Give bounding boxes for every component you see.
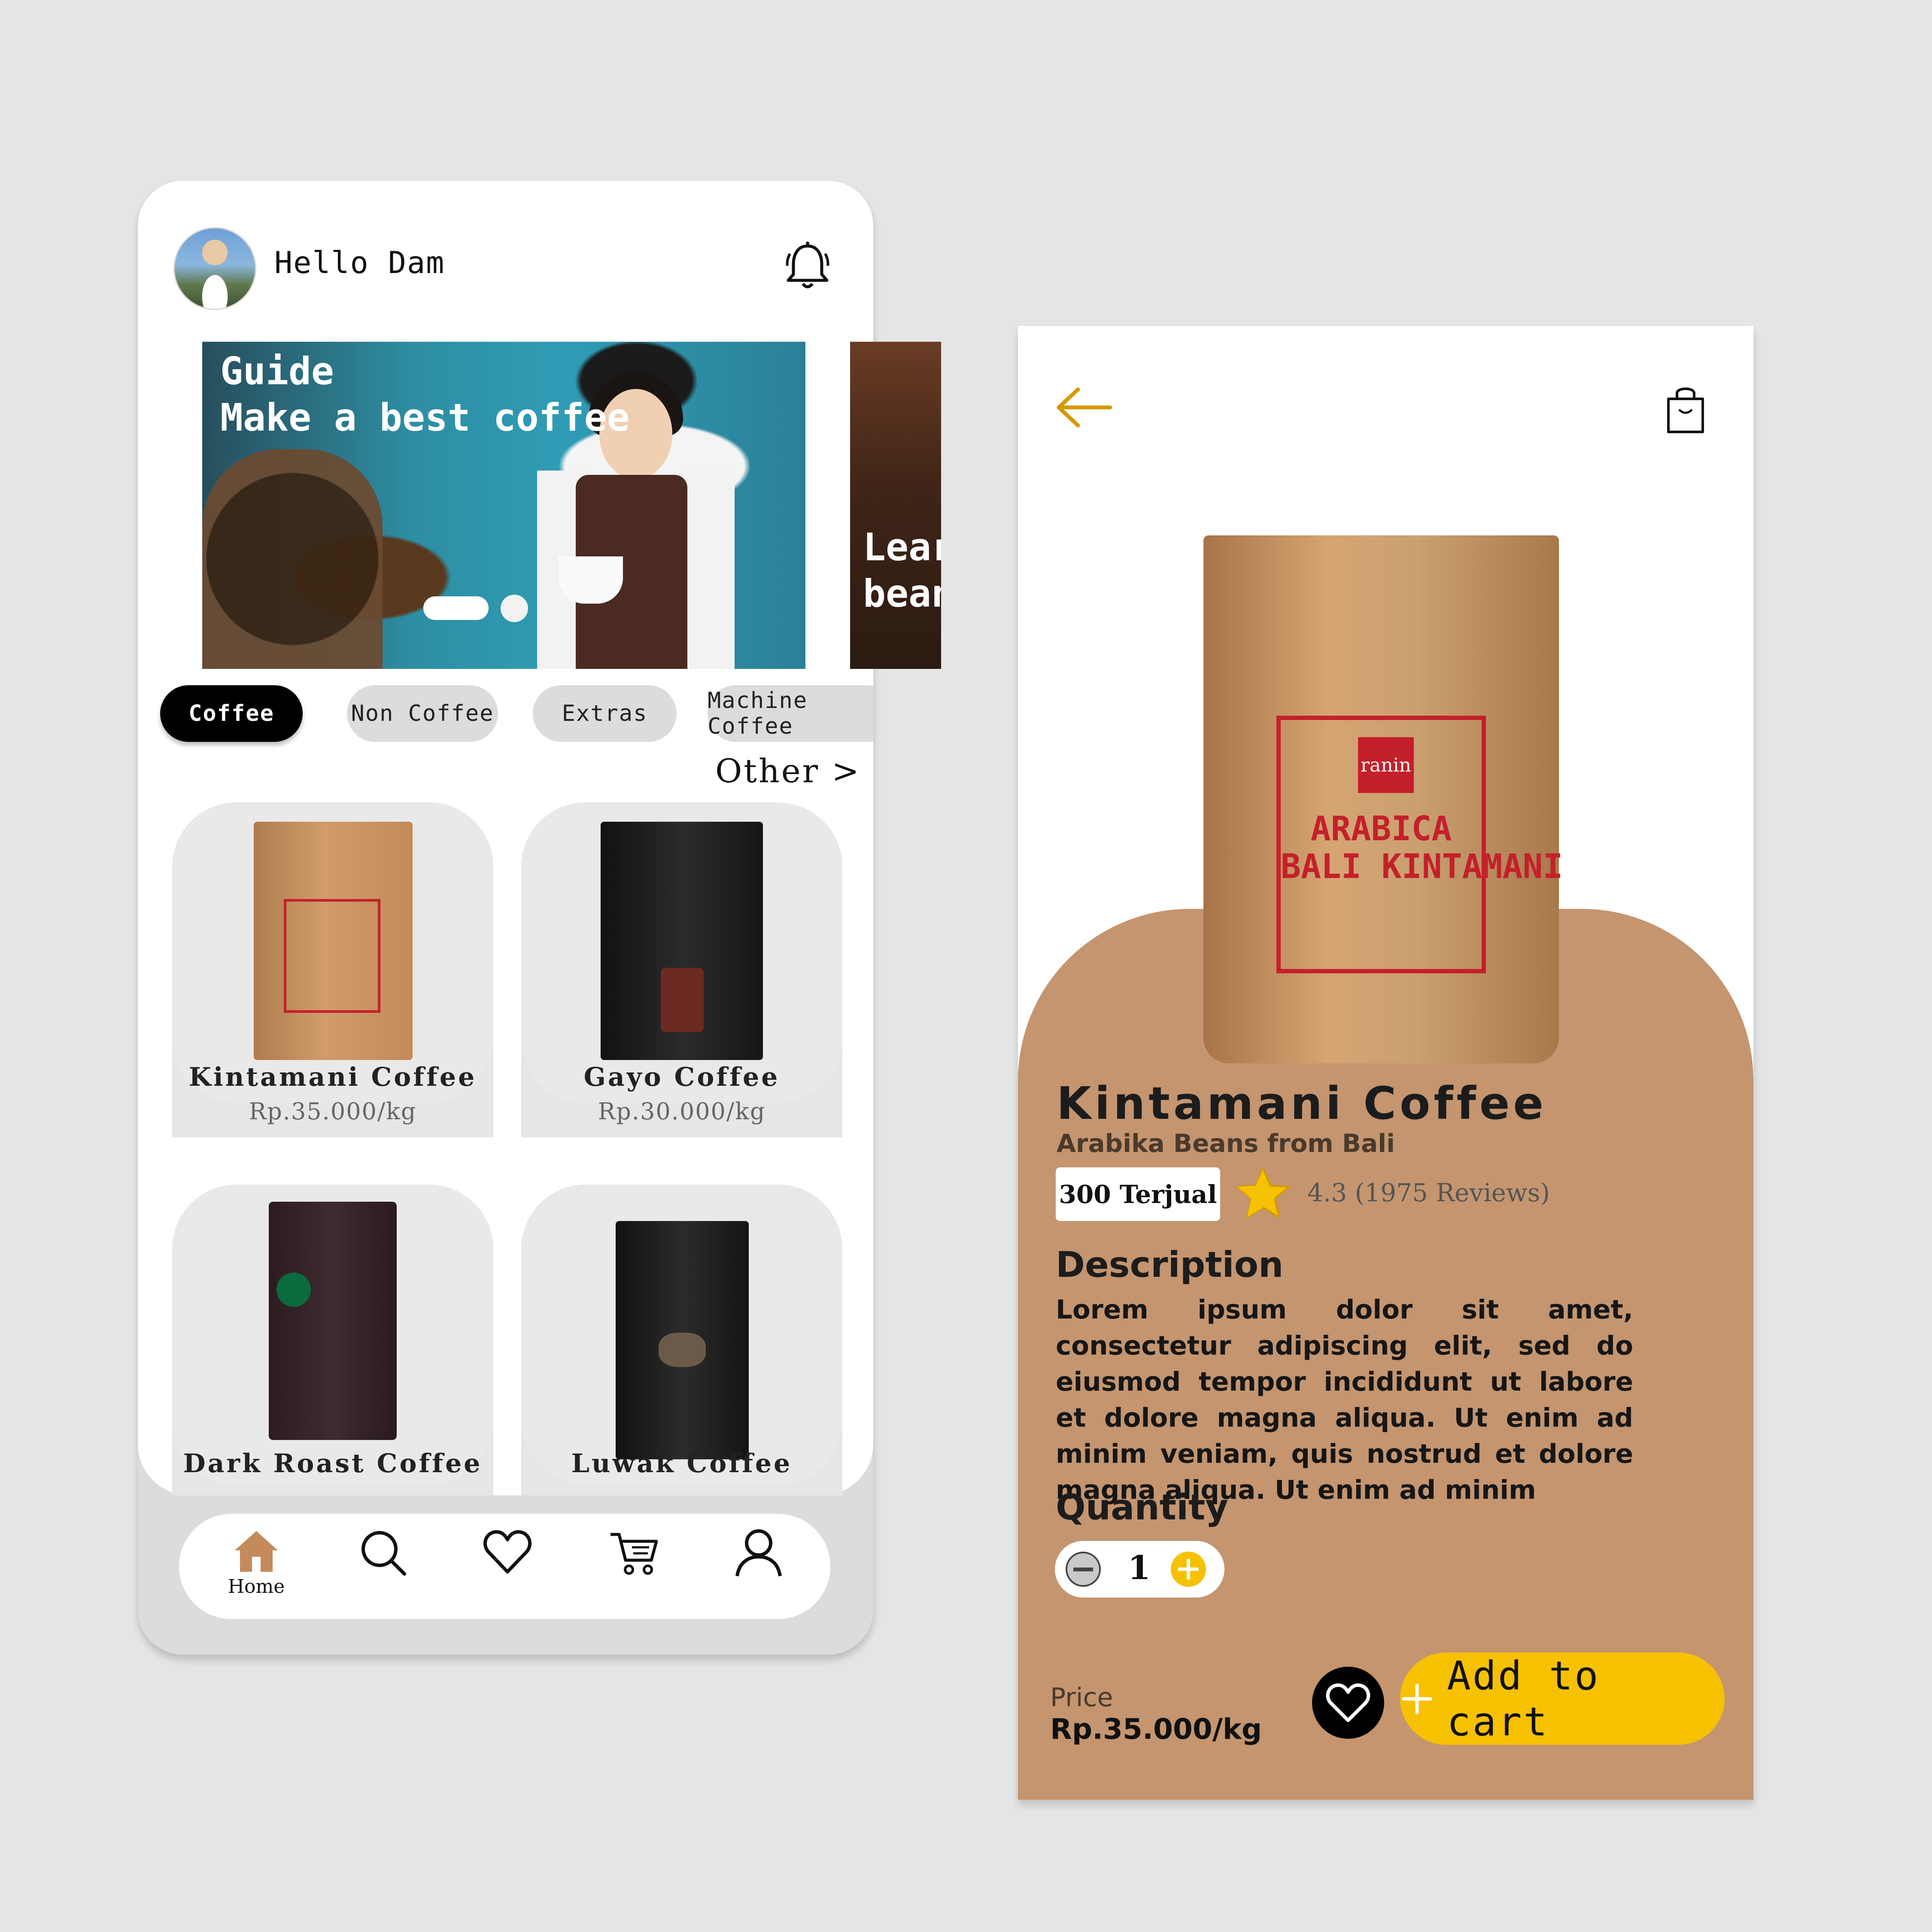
detail-screen: ranin ARABICA BALI KINTAMANI Kintamani C… [1018, 326, 1753, 1800]
chip-coffee[interactable]: Coffee [160, 685, 303, 742]
bag-label [284, 899, 380, 1013]
product-name: Gayo Coffee [583, 1062, 780, 1092]
rating-text: 4.3 (1975 Reviews) [1307, 1178, 1550, 1207]
carousel-dot-active[interactable] [423, 596, 489, 620]
banner-guide[interactable]: Guide Make a best coffee [202, 342, 805, 669]
home-screen: Hello Dam Guide Make a best coffee Coffe… [138, 181, 873, 1655]
price-label: Price [1050, 1683, 1113, 1713]
nav-favorites[interactable] [475, 1527, 540, 1604]
description-heading: Description [1056, 1245, 1284, 1285]
heart-icon [1326, 1683, 1370, 1722]
star-icon [1236, 1168, 1290, 1218]
product-card-gayo[interactable]: Gayo Coffee Rp.30.000/kg [521, 802, 842, 1137]
description-body: Lorem ipsum dolor sit amet, consectetur … [1056, 1294, 1633, 1505]
add-to-cart-button[interactable]: Add to cart [1400, 1653, 1725, 1745]
add-to-cart-label: Add to cart [1447, 1653, 1600, 1745]
plus-icon [1401, 1683, 1433, 1714]
quantity-stepper: 1 [1055, 1541, 1224, 1598]
banner-title: Guide Make a best coffee [220, 349, 630, 440]
product-price: Rp.35.000/kg [249, 1098, 417, 1125]
sold-badge: 300 Terjual [1056, 1167, 1220, 1221]
nav-search[interactable] [351, 1527, 415, 1604]
product-name: Dark Roast Coffee [183, 1449, 483, 1479]
starbucks-logo [276, 1273, 311, 1307]
bag-label: ranin ARABICA BALI KINTAMANI [1276, 716, 1563, 973]
product-title: Kintamani Coffee [1057, 1077, 1547, 1130]
bag-label [659, 1333, 706, 1367]
product-subtitle: Arabika Beans from Bali [1057, 1129, 1395, 1158]
banner-photo-cup [559, 556, 623, 604]
minus-icon[interactable] [1066, 1552, 1101, 1587]
bag-text: ARABICA BALI KINTAMANI [1281, 810, 1563, 886]
shopping-bag-icon[interactable] [1662, 384, 1709, 435]
plus-icon[interactable] [1171, 1552, 1206, 1587]
product-name: Kintamani Coffee [188, 1062, 477, 1092]
chip-non-coffee[interactable]: Non Coffee [347, 685, 498, 742]
product-name: Luwak Coffee [571, 1449, 793, 1479]
home-icon [235, 1531, 278, 1572]
banner-title: Lear bean [863, 525, 941, 616]
greeting-text: Hello Dam [274, 245, 445, 280]
quantity-heading: Quantity [1056, 1487, 1228, 1528]
product-image [269, 1202, 397, 1440]
bottom-nav: Home [179, 1514, 830, 1619]
chip-machine-coffee[interactable]: Machine Coffee [708, 685, 873, 742]
favorite-button[interactable] [1312, 1667, 1384, 1739]
banner-learn[interactable]: Lear bean [850, 342, 941, 669]
product-card-dark-roast[interactable]: Dark Roast Coffee [172, 1185, 493, 1495]
bag-label [661, 968, 704, 1032]
product-card-kintamani[interactable]: Kintamani Coffee Rp.35.000/kg [172, 802, 493, 1137]
product-price: Rp.30.000/kg [598, 1098, 766, 1125]
nav-profile[interactable] [726, 1527, 791, 1604]
avatar[interactable] [173, 227, 256, 310]
nav-home-label: Home [228, 1576, 285, 1598]
quantity-value: 1 [1128, 1549, 1151, 1587]
heart-icon [483, 1530, 532, 1574]
carousel-dot[interactable] [501, 595, 528, 622]
product-image [616, 1221, 749, 1459]
price-value: Rp.35.000/kg [1050, 1713, 1262, 1746]
back-arrow-icon[interactable] [1054, 386, 1115, 429]
product-image [601, 822, 763, 1060]
cart-icon [611, 1533, 658, 1575]
bell-icon[interactable] [784, 241, 831, 292]
product-card-luwak[interactable]: Luwak Coffee [521, 1185, 842, 1495]
brand-logo: ranin [1358, 737, 1414, 793]
other-link[interactable]: Other > [715, 752, 861, 790]
product-hero-image: ranin ARABICA BALI KINTAMANI [1203, 535, 1563, 1063]
banner-photo-grinder [202, 449, 383, 669]
home-content: Hello Dam Guide Make a best coffee Coffe… [138, 181, 873, 1495]
nav-home[interactable]: Home [224, 1527, 289, 1604]
carousel-dot[interactable] [545, 595, 572, 622]
product-image [254, 822, 413, 1060]
chip-extras[interactable]: Extras [533, 685, 677, 742]
search-icon [361, 1531, 406, 1576]
user-icon [735, 1529, 782, 1577]
nav-cart[interactable] [602, 1527, 666, 1604]
